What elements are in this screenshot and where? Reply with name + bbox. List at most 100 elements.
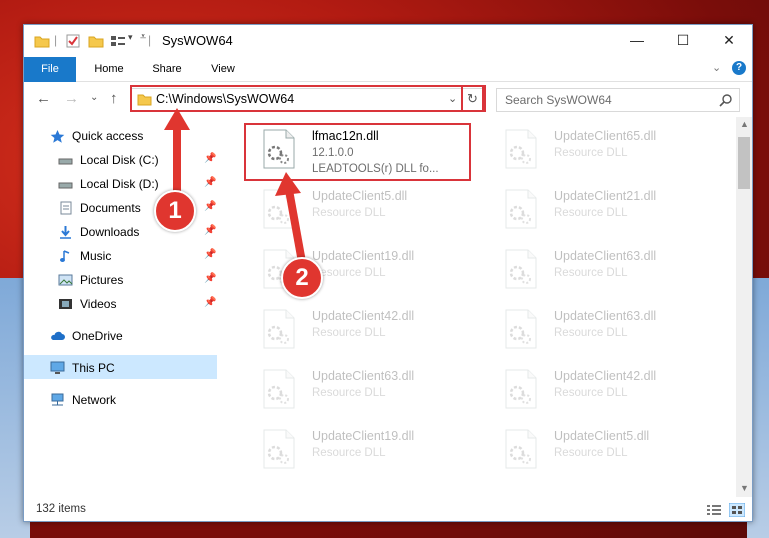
new-folder-icon[interactable] <box>88 34 104 48</box>
forward-arrow-icon[interactable]: → <box>64 90 79 107</box>
file-detail: Resource DLL <box>312 387 386 399</box>
ribbon-expand-icon[interactable]: ⌄ <box>712 61 721 74</box>
file-item[interactable]: UpdateClient63.dll Resource DLL <box>486 243 712 299</box>
sidebar-item-label: Documents <box>80 201 141 215</box>
file-detail: Resource DLL <box>554 327 628 339</box>
folder-icon <box>34 36 50 48</box>
dll-file-icon <box>505 429 537 469</box>
customize-toolbar-icon[interactable]: ⩡ <box>140 31 146 44</box>
recent-locations-icon[interactable]: ⌄ <box>90 92 98 103</box>
file-item[interactable]: UpdateClient21.dll Resource DLL <box>486 183 712 239</box>
computer-icon <box>50 361 65 374</box>
file-detail: Resource DLL <box>312 327 386 339</box>
dll-file-icon <box>263 429 295 469</box>
file-item[interactable]: UpdateClient63.dll Resource DLL <box>244 363 470 419</box>
dll-file-icon <box>505 129 537 169</box>
file-name: UpdateClient42.dll <box>554 369 657 383</box>
sidebar-item-label: Network <box>72 393 117 407</box>
ribbon-tabs: File Home Share View ⌄ ? <box>24 57 752 113</box>
file-item[interactable]: UpdateClient42.dll Resource DLL <box>244 303 470 359</box>
file-name: UpdateClient63.dll <box>554 249 657 263</box>
details-view-icon[interactable] <box>707 504 721 516</box>
view-options-icon[interactable] <box>110 34 126 48</box>
sidebar-item-label: OneDrive <box>72 329 123 343</box>
star-icon <box>50 130 65 143</box>
navigation-pane: Quick access Local Disk (C:) 📌 Local Dis… <box>24 117 220 497</box>
pin-icon: 📌 <box>204 201 217 212</box>
close-button[interactable]: ✕ <box>706 25 752 57</box>
search-icon <box>719 94 732 107</box>
file-name: UpdateClient42.dll <box>312 309 415 323</box>
pictures-icon <box>58 274 73 286</box>
pin-icon: 📌 <box>204 249 217 260</box>
drive-icon <box>58 182 73 189</box>
refresh-highlight-box <box>461 85 486 112</box>
sidebar-item-label: Videos <box>80 297 117 311</box>
tiles-view-icon[interactable] <box>729 503 745 517</box>
file-item[interactable]: UpdateClient19.dll Resource DLL <box>244 243 470 299</box>
pin-icon: 📌 <box>204 177 217 188</box>
search-input[interactable]: Search SysWOW64 <box>496 88 740 112</box>
maximize-button[interactable]: ☐ <box>660 25 706 57</box>
explorer-window: | ▾ ⩡ | SysWOW64 — ☐ ✕ File Home Share V… <box>23 24 753 522</box>
file-highlight-box <box>244 123 471 181</box>
sidebar-item-label: Local Disk (D:) <box>80 177 159 191</box>
documents-icon <box>60 201 72 215</box>
properties-icon[interactable] <box>66 34 80 48</box>
dll-file-icon <box>263 309 295 349</box>
tab-home[interactable]: Home <box>84 57 134 81</box>
pin-icon: 📌 <box>204 153 217 164</box>
music-icon <box>60 250 70 262</box>
file-detail: Resource DLL <box>554 447 628 459</box>
file-name: UpdateClient5.dll <box>554 429 650 443</box>
dll-file-icon <box>263 189 295 229</box>
window-title: SysWOW64 <box>162 33 233 48</box>
vertical-scrollbar[interactable]: ▲ ▼ <box>736 117 752 497</box>
address-highlight-box <box>130 85 484 112</box>
file-detail: Resource DLL <box>312 207 386 219</box>
tab-share[interactable]: Share <box>142 57 192 81</box>
file-detail: Resource DLL <box>312 267 386 279</box>
callout-badge-1: 1 <box>154 190 196 232</box>
sidebar-item-label: Local Disk (C:) <box>80 153 159 167</box>
pin-icon: 📌 <box>204 273 217 284</box>
scroll-up-icon[interactable]: ▲ <box>740 119 749 129</box>
file-item[interactable]: UpdateClient5.dll Resource DLL <box>244 183 470 239</box>
dll-file-icon <box>505 309 537 349</box>
sidebar-item-label: Downloads <box>80 225 140 239</box>
callout-badge-2: 2 <box>281 257 323 299</box>
network-icon <box>51 393 64 406</box>
videos-icon <box>59 299 72 309</box>
file-name: UpdateClient63.dll <box>554 309 657 323</box>
up-arrow-icon[interactable]: ↑ <box>110 90 118 107</box>
file-detail: Resource DLL <box>554 207 628 219</box>
file-item[interactable]: UpdateClient65.dll Resource DLL <box>486 123 712 179</box>
file-item[interactable]: UpdateClient63.dll Resource DLL <box>486 303 712 359</box>
separator: | <box>54 33 58 47</box>
downloads-icon <box>60 226 71 239</box>
address-row: ← → ⌄ ↑ C:\Windows\SysWOW64 ⌄ ↻ Search S… <box>24 82 752 116</box>
tab-view[interactable]: View <box>200 57 246 81</box>
file-item[interactable]: UpdateClient19.dll Resource DLL <box>244 423 470 479</box>
file-item[interactable]: UpdateClient5.dll Resource DLL <box>486 423 712 479</box>
dll-file-icon <box>263 369 295 409</box>
file-item[interactable]: UpdateClient42.dll Resource DLL <box>486 363 712 419</box>
pin-icon: 📌 <box>204 225 217 236</box>
search-placeholder: Search SysWOW64 <box>505 93 612 107</box>
drive-icon <box>58 158 73 165</box>
dll-file-icon <box>505 369 537 409</box>
file-name: UpdateClient19.dll <box>312 429 415 443</box>
file-name: UpdateClient63.dll <box>312 369 415 383</box>
minimize-button[interactable]: — <box>614 25 660 57</box>
back-arrow-icon[interactable]: ← <box>36 90 51 107</box>
item-count: 132 items <box>36 503 86 515</box>
title-bar: | ▾ ⩡ | SysWOW64 — ☐ ✕ <box>24 25 752 57</box>
dll-file-icon <box>505 189 537 229</box>
separator: | <box>148 33 152 47</box>
scroll-down-icon[interactable]: ▼ <box>740 483 749 493</box>
file-name: UpdateClient5.dll <box>312 189 408 203</box>
customize-dropdown-icon[interactable]: ▾ <box>128 32 133 43</box>
scrollbar-thumb[interactable] <box>738 137 750 189</box>
file-name: UpdateClient65.dll <box>554 129 657 143</box>
help-icon[interactable]: ? <box>732 61 746 75</box>
